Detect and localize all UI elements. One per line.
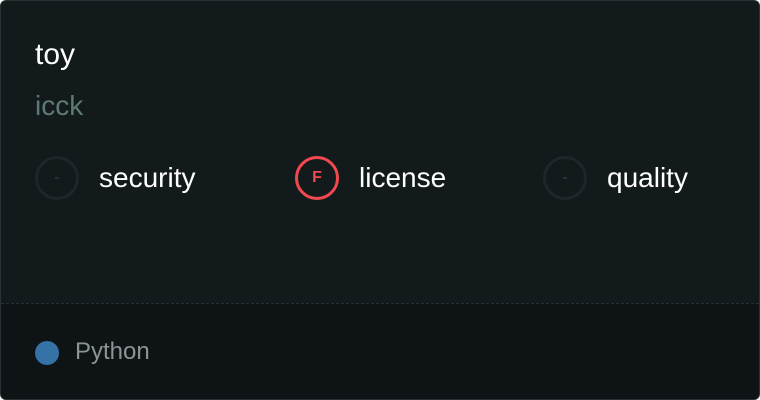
security-grade-badge: -	[35, 156, 79, 200]
quality-label: quality	[607, 162, 688, 193]
metric-license[interactable]: F license	[295, 154, 446, 202]
metric-security[interactable]: - security	[35, 154, 195, 202]
card-title[interactable]: toy	[35, 35, 75, 75]
language-color-dot	[35, 341, 59, 365]
license-label: license	[359, 162, 447, 193]
card-main: toy icck - security F license - quality	[1, 1, 759, 303]
repo-card[interactable]: toy icck - security F license - quality …	[0, 0, 760, 400]
card-subtitle: icck	[35, 90, 84, 121]
card-footer: Python	[1, 303, 759, 399]
quality-grade-badge: -	[543, 156, 587, 200]
metrics-row: - security F license - quality	[35, 154, 735, 204]
license-grade-badge: F	[295, 156, 339, 200]
security-label: security	[99, 162, 196, 193]
metric-quality[interactable]: - quality	[543, 154, 688, 202]
language-name: Python	[75, 338, 150, 365]
